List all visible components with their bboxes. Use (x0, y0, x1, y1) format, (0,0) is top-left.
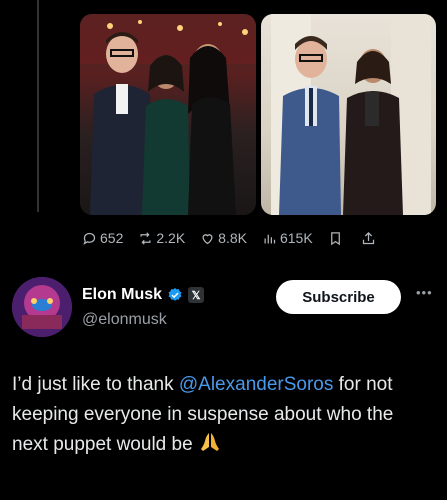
folded-hands-emoji-icon (198, 430, 222, 464)
author-name[interactable]: Elon Musk (82, 286, 162, 304)
like-button[interactable]: 8.8K (200, 230, 247, 246)
subscribe-button[interactable]: Subscribe (276, 280, 401, 314)
reply-count: 652 (100, 230, 124, 246)
more-options-icon[interactable]: ••• (416, 285, 433, 300)
media-photo-1[interactable] (80, 14, 256, 215)
reply-icon (83, 232, 96, 245)
repost-button[interactable]: 2.2K (138, 230, 185, 246)
tweet-text-start: I’d just like to thank (12, 374, 179, 395)
tweet-author-header: Elon Musk 𝕏 @elonmusk Subscribe ••• (12, 277, 437, 339)
verified-badge-icon (168, 288, 182, 301)
avatar[interactable] (12, 277, 72, 337)
thread-connector-line (37, 0, 39, 212)
author-name-row: Elon Musk 𝕏 (82, 286, 205, 304)
share-icon (362, 231, 374, 244)
repost-count: 2.2K (156, 230, 186, 246)
engagement-bar: 652 2.2K 8.8K 615K (82, 228, 376, 248)
bookmark-icon (330, 231, 340, 245)
reply-button[interactable]: 652 (82, 230, 123, 246)
repost-icon (140, 231, 151, 245)
party-photo-illustration (80, 14, 256, 215)
media-photo-2[interactable] (261, 14, 436, 215)
views-button[interactable]: 615K (262, 230, 313, 246)
avatar-image (12, 277, 72, 337)
mention-link[interactable]: @AlexanderSoros (179, 374, 333, 395)
view-count: 615K (279, 230, 313, 246)
tweet-media-grid (80, 14, 436, 215)
heart-icon (202, 233, 213, 244)
tweet-text: I’d just like to thank @AlexanderSoros f… (12, 370, 432, 464)
share-button[interactable] (361, 231, 376, 246)
views-chart-icon (264, 234, 276, 243)
x-affiliation-icon: 𝕏 (188, 287, 205, 303)
like-count: 8.8K (218, 230, 247, 246)
office-photo-illustration (271, 14, 431, 215)
author-handle[interactable]: @elonmusk (82, 311, 167, 329)
bookmark-button[interactable] (328, 231, 343, 246)
